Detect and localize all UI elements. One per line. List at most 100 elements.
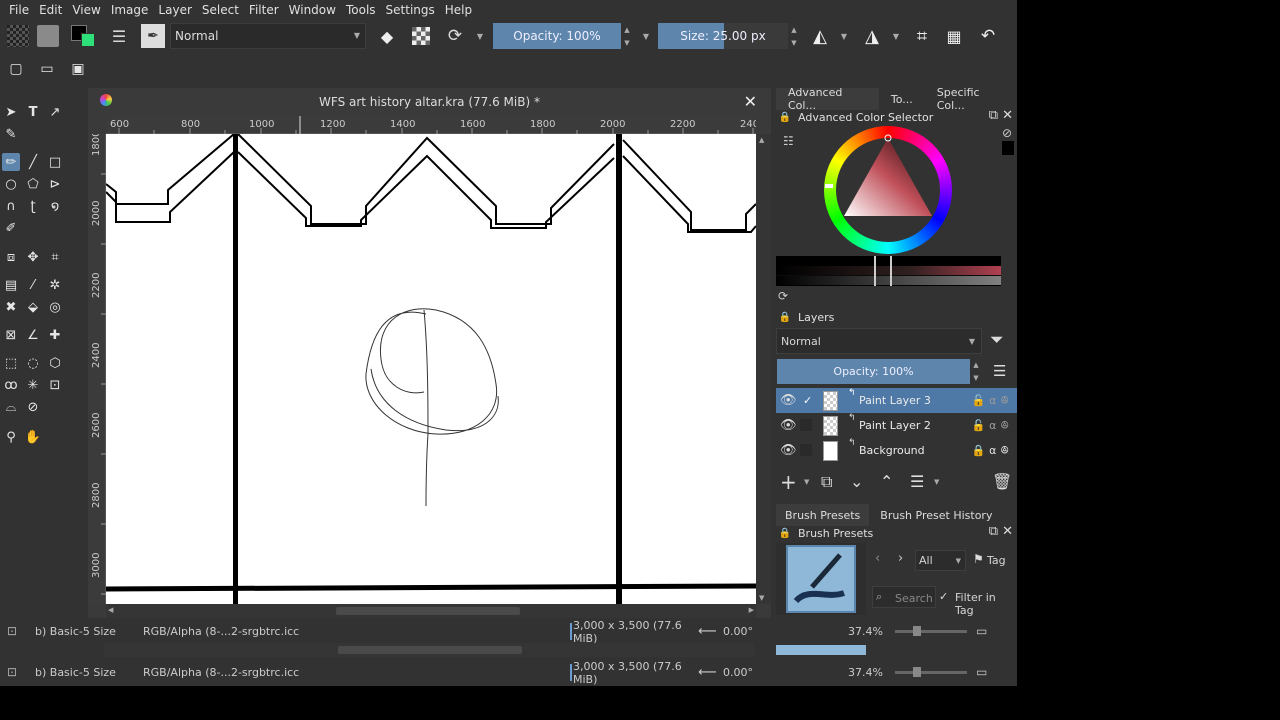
preserve-alpha-icon[interactable] bbox=[410, 23, 432, 49]
eraser-icon[interactable]: ◆ bbox=[376, 23, 398, 49]
layer-lock-alpha-icons[interactable]: 🔓αꔮ bbox=[971, 394, 1013, 408]
menu-filter[interactable]: Filter bbox=[244, 3, 284, 17]
refresh-icon[interactable]: ⟳ bbox=[778, 289, 788, 303]
menu-tools[interactable]: Tools bbox=[341, 3, 381, 17]
menu-image[interactable]: Image bbox=[106, 3, 154, 17]
horizontal-scrollbar[interactable]: ◀ ▶ bbox=[106, 604, 756, 618]
ellipse-tool-icon[interactable]: ○ bbox=[2, 175, 20, 193]
layer-blend-select[interactable]: Normal ▼ bbox=[776, 328, 982, 354]
dynamic-brush-icon[interactable]: ໑ bbox=[46, 197, 64, 215]
lock-icon[interactable]: 🔒 bbox=[778, 526, 792, 540]
polygonal-selection-icon[interactable]: ⬡ bbox=[46, 354, 64, 372]
crop-tool-icon[interactable]: ⌗ bbox=[46, 248, 64, 266]
menu-edit[interactable]: Edit bbox=[34, 3, 67, 17]
float-close-icons[interactable]: ⧉ ✕ bbox=[989, 108, 1013, 123]
layer-row-paint-layer-2[interactable]: 👁 ↰ Paint Layer 2 🔓αꔮ bbox=[776, 413, 1017, 438]
similar-selection-icon[interactable]: ⊡ bbox=[46, 376, 64, 394]
freehand-brush-icon[interactable]: ✏ bbox=[2, 153, 20, 171]
scrollbar-thumb[interactable] bbox=[338, 646, 522, 654]
chevron-down-icon[interactable]: ▼ bbox=[890, 23, 902, 49]
drawing-canvas[interactable] bbox=[106, 134, 756, 604]
foreground-background-color[interactable] bbox=[70, 23, 98, 49]
layer-row-background[interactable]: 👁 ↰ Background 🔒αꔮ bbox=[776, 438, 1017, 463]
layer-checkbox[interactable] bbox=[800, 419, 812, 431]
polyline-tool-icon[interactable]: ⊳ bbox=[46, 175, 64, 193]
tab-advanced-color[interactable]: Advanced Col... bbox=[776, 86, 879, 112]
tab-brush-presets[interactable]: Brush Presets bbox=[776, 504, 870, 526]
new-document-icon[interactable]: ▢ bbox=[7, 60, 25, 78]
line-tool-icon[interactable]: ╱ bbox=[24, 153, 42, 171]
opacity-slider[interactable]: Opacity: 100% bbox=[493, 23, 621, 49]
layer-name[interactable]: Paint Layer 3 bbox=[859, 394, 931, 407]
multibrush-icon[interactable]: ✐ bbox=[2, 219, 20, 237]
close-icon[interactable]: ✕ bbox=[744, 92, 757, 111]
brush-preset-item-partial[interactable] bbox=[776, 645, 866, 655]
menu-view[interactable]: View bbox=[67, 3, 105, 17]
wrap-around-icon[interactable]: ▦ bbox=[942, 23, 966, 49]
menu-settings[interactable]: Settings bbox=[381, 3, 440, 17]
pan-tool-icon[interactable]: ✋ bbox=[24, 428, 42, 446]
float-close-icons[interactable]: ⧉ ✕ bbox=[989, 524, 1013, 539]
fill-tool-icon[interactable]: ⬙ bbox=[24, 298, 42, 316]
brush-search-input[interactable]: ⌕ Search bbox=[872, 586, 936, 608]
assistant-tool-icon[interactable]: ⊠ bbox=[2, 326, 20, 344]
brush-preset-thumbnail[interactable]: ✒ bbox=[140, 23, 166, 49]
tab-tool-options[interactable]: To... bbox=[879, 88, 925, 110]
gradient-swatch[interactable] bbox=[6, 23, 30, 49]
edit-shapes-icon[interactable]: ↗ bbox=[46, 103, 64, 121]
rectangular-selection-icon[interactable]: ⬚ bbox=[2, 354, 20, 372]
scrollbar-thumb[interactable] bbox=[336, 607, 520, 615]
layer-properties-icon[interactable]: ☰ bbox=[910, 472, 924, 491]
tab-specific-color[interactable]: Specific Col... bbox=[925, 86, 1017, 112]
assistant-tool-icon[interactable]: ✖ bbox=[2, 298, 20, 316]
duplicate-layer-icon[interactable]: ⧉ bbox=[821, 472, 832, 492]
tag-icon[interactable]: ⚑ bbox=[973, 552, 984, 566]
smart-patch-icon[interactable]: ✲ bbox=[46, 276, 64, 294]
layer-lock-alpha-icons[interactable]: 🔒αꔮ bbox=[971, 444, 1013, 458]
calligraphy-icon[interactable]: ✎ bbox=[2, 125, 20, 143]
size-spinner[interactable]: ▲ ▼ bbox=[789, 23, 799, 49]
menu-layer[interactable]: Layer bbox=[153, 3, 196, 17]
layer-name[interactable]: Background bbox=[859, 444, 925, 457]
elliptical-selection-icon[interactable]: ◌ bbox=[24, 354, 42, 372]
fit-screen-icon[interactable]: ▭ bbox=[976, 624, 987, 638]
eye-icon[interactable]: 👁 bbox=[780, 418, 797, 433]
blend-mode-select[interactable]: Normal ▼ bbox=[170, 23, 366, 49]
color-patches[interactable] bbox=[776, 256, 1001, 286]
contiguous-selection-icon[interactable]: ✳ bbox=[24, 376, 42, 394]
layer-lock-alpha-icons[interactable]: 🔓αꔮ bbox=[971, 419, 1013, 433]
color-picker-icon[interactable]: ⁄ bbox=[24, 276, 42, 294]
scroll-left-icon[interactable]: ◀ bbox=[108, 606, 113, 614]
freehand-path-icon[interactable]: ʈ bbox=[24, 197, 42, 215]
enclose-fill-icon[interactable]: ◎ bbox=[46, 298, 64, 316]
select-shapes-icon[interactable]: ➤ bbox=[2, 103, 20, 121]
checkmark-icon[interactable]: ✓ bbox=[803, 394, 812, 407]
lock-icon[interactable]: 🔒 bbox=[778, 110, 792, 124]
document-title-bar[interactable]: WFS art history altar.kra (77.6 MiB) * ✕ bbox=[88, 88, 771, 116]
move-layer-up-icon[interactable]: ⌃ bbox=[880, 472, 893, 491]
menu-window[interactable]: Window bbox=[284, 3, 341, 17]
chevron-down-icon[interactable]: ▼ bbox=[838, 23, 850, 49]
zoom-slider[interactable] bbox=[895, 667, 967, 677]
chevron-down-icon[interactable]: ▼ bbox=[474, 23, 486, 49]
chevron-down-icon[interactable]: ▼ bbox=[804, 478, 809, 486]
zoom-tool-icon[interactable]: ⚲ bbox=[2, 428, 20, 446]
status-dimensions[interactable]: 3,000 x 3,500 (77.6 MiB) bbox=[570, 660, 688, 686]
layer-row-paint-layer-3[interactable]: 👁 ✓ ↰ Paint Layer 3 🔓αꔮ bbox=[776, 388, 1017, 413]
secondary-horizontal-scrollbar[interactable] bbox=[104, 643, 754, 657]
filter-icon[interactable]: ⏷ bbox=[990, 330, 1004, 350]
scroll-up-icon[interactable]: ▲ bbox=[759, 136, 764, 144]
magnetic-selection-icon[interactable]: ⊘ bbox=[24, 398, 42, 416]
mirror-horizontal-icon[interactable]: ◭ bbox=[808, 23, 832, 49]
save-icon[interactable]: ▣ bbox=[69, 60, 87, 78]
layer-menu-icon[interactable]: ☰ bbox=[993, 362, 1006, 380]
filter-in-tag-checkbox[interactable]: ✓ bbox=[939, 590, 948, 603]
vertical-scrollbar[interactable]: ▲ ▼ bbox=[756, 134, 771, 604]
pattern-swatch[interactable] bbox=[36, 23, 60, 49]
gradient-tool-icon[interactable]: ▤ bbox=[2, 276, 20, 294]
fit-screen-icon[interactable]: ▭ bbox=[976, 665, 987, 679]
mirror-vertical-icon[interactable]: ◮ bbox=[860, 23, 884, 49]
brush-tag-filter-select[interactable]: All ▼ bbox=[915, 550, 966, 571]
brush-settings-icon[interactable]: ☰ bbox=[108, 23, 130, 49]
delete-layer-icon[interactable]: 🗑 bbox=[992, 472, 1012, 491]
